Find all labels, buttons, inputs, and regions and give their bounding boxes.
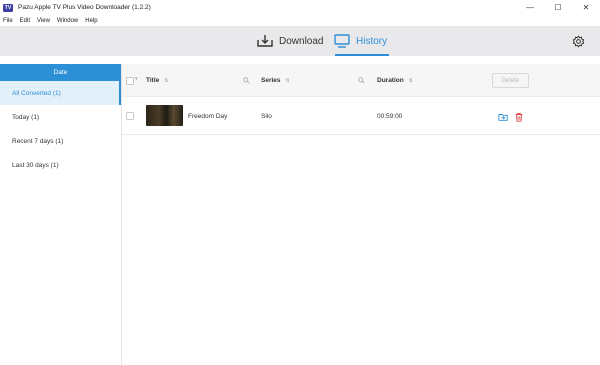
select-all-checkbox[interactable] xyxy=(126,77,134,85)
window-title: Pazu Apple TV Plus Video Downloader (1.2… xyxy=(18,4,151,11)
sidebar-item-all-converted[interactable]: All Converted (1) xyxy=(0,81,121,105)
row-duration: 00:59:00 xyxy=(377,112,403,120)
active-tab-indicator xyxy=(335,54,389,56)
row-checkbox[interactable] xyxy=(126,112,134,120)
menu-view[interactable]: View xyxy=(37,18,50,24)
table-row[interactable]: Freedom Day Silo 00:59:00 xyxy=(122,97,600,135)
title-bar: TV Pazu Apple TV Plus Video Downloader (… xyxy=(0,0,600,15)
menu-window[interactable]: Window xyxy=(57,18,78,24)
menu-help[interactable]: Help xyxy=(85,18,97,24)
open-folder-icon[interactable] xyxy=(498,112,508,122)
minimize-button[interactable]: — xyxy=(516,0,544,15)
row-series: Silo xyxy=(261,112,272,120)
sort-icon: ⇅ xyxy=(285,77,290,84)
table-header: ▾ Title ⇅ Series ⇅ Duration ⇅ Delete xyxy=(122,64,600,97)
tab-history-label: History xyxy=(356,35,388,47)
sort-icon: ⇅ xyxy=(164,77,169,84)
sort-icon: ⇅ xyxy=(408,77,413,84)
top-toolbar: Download History xyxy=(0,26,600,56)
column-title[interactable]: Title ⇅ xyxy=(146,64,168,97)
chevron-down-icon[interactable]: ▾ xyxy=(135,76,138,82)
delete-button[interactable]: Delete xyxy=(492,73,529,88)
tab-download-label: Download xyxy=(279,35,324,47)
sidebar-item-today[interactable]: Today (1) xyxy=(0,105,121,129)
download-icon xyxy=(257,34,273,48)
window-controls: — ☐ ✕ xyxy=(516,0,600,15)
column-duration-label: Duration xyxy=(377,77,404,84)
maximize-button[interactable]: ☐ xyxy=(544,0,572,15)
menu-bar: File Edit View Window Help xyxy=(0,15,600,26)
sidebar-item-recent-7-days[interactable]: Recent 7 days (1) xyxy=(0,129,121,153)
menu-edit[interactable]: Edit xyxy=(20,18,30,24)
date-filter-sidebar: Date All Converted (1) Today (1) Recent … xyxy=(0,64,122,365)
video-thumbnail xyxy=(146,105,183,126)
trash-icon[interactable] xyxy=(514,112,524,122)
menu-file[interactable]: File xyxy=(3,18,13,24)
search-icon[interactable] xyxy=(243,77,250,84)
search-icon[interactable] xyxy=(358,77,365,84)
column-title-label: Title xyxy=(146,77,160,84)
close-button[interactable]: ✕ xyxy=(572,0,600,15)
row-title: Freedom Day xyxy=(188,112,228,120)
monitor-icon xyxy=(334,34,350,48)
column-duration[interactable]: Duration ⇅ xyxy=(377,64,413,97)
app-logo: TV xyxy=(3,3,13,12)
column-series-label: Series xyxy=(261,77,281,84)
gear-icon[interactable] xyxy=(572,35,585,48)
column-series[interactable]: Series ⇅ xyxy=(261,64,290,97)
history-table: ▾ Title ⇅ Series ⇅ Duration ⇅ Delete Fre… xyxy=(122,64,600,365)
sidebar-header: Date xyxy=(0,64,121,81)
tab-download[interactable]: Download xyxy=(257,26,323,56)
tab-history[interactable]: History xyxy=(334,26,387,56)
sidebar-item-last-30-days[interactable]: Last 30 days (1) xyxy=(0,153,121,177)
